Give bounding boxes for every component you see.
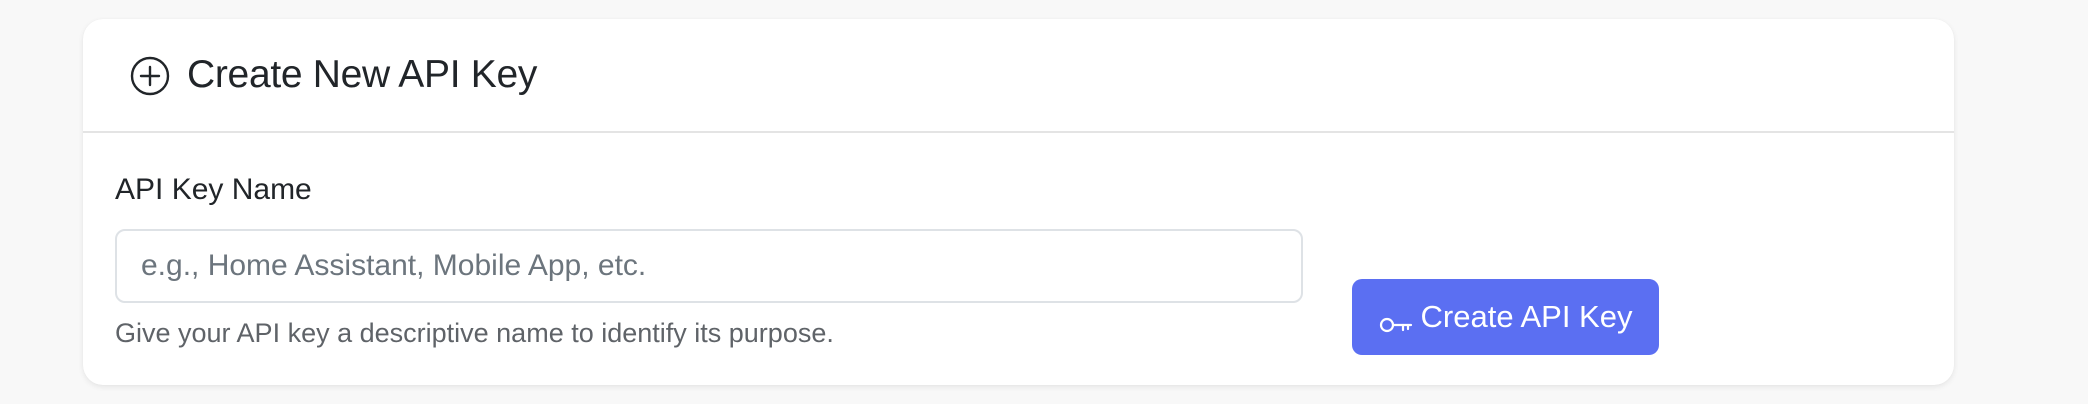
create-api-key-button-label: Create API Key	[1420, 299, 1633, 334]
create-api-key-button[interactable]: Create API Key	[1352, 279, 1659, 355]
card-title: Create New API Key	[187, 53, 538, 96]
create-api-key-card: Create New API Key API Key Name Give you…	[83, 19, 1954, 385]
api-key-name-label: API Key Name	[115, 173, 312, 206]
api-key-name-input[interactable]	[115, 229, 1303, 303]
plus-circle-icon	[130, 56, 170, 96]
key-icon	[1379, 307, 1413, 333]
api-key-name-help-text: Give your API key a descriptive name to …	[115, 318, 834, 348]
card-header: Create New API Key	[83, 19, 1954, 133]
